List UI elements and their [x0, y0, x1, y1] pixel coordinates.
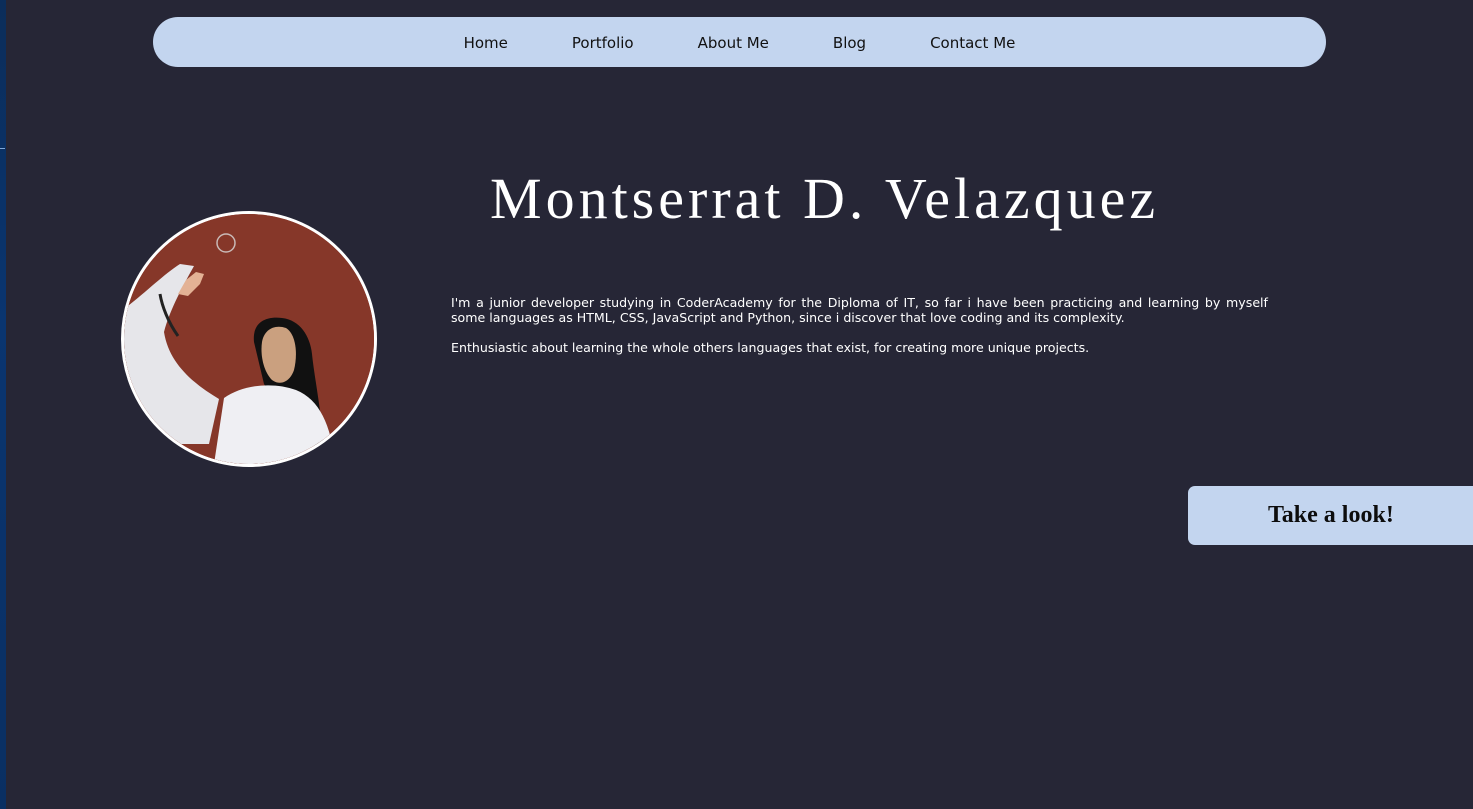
profile-photo-icon: [124, 214, 374, 464]
bio-paragraph: Enthusiastic about learning the whole ot…: [451, 340, 1090, 355]
bio-paragraph: I'm a junior developer studying in Coder…: [451, 295, 1268, 325]
nav-link-home[interactable]: Home: [464, 33, 508, 52]
nav-link-blog[interactable]: Blog: [833, 33, 866, 52]
left-edge-strip: [0, 0, 6, 809]
top-navigation-bar: Home Portfolio About Me Blog Contact Me: [153, 17, 1326, 67]
bio-section: I'm a junior developer studying in Coder…: [451, 295, 1268, 370]
nav-link-contact-me[interactable]: Contact Me: [930, 33, 1015, 52]
avatar: [121, 211, 377, 467]
nav-link-portfolio[interactable]: Portfolio: [572, 33, 634, 52]
nav-link-about-me[interactable]: About Me: [698, 33, 769, 52]
take-a-look-button[interactable]: Take a look!: [1188, 486, 1473, 545]
page-title: Montserrat D. Velazquez: [490, 166, 1160, 231]
